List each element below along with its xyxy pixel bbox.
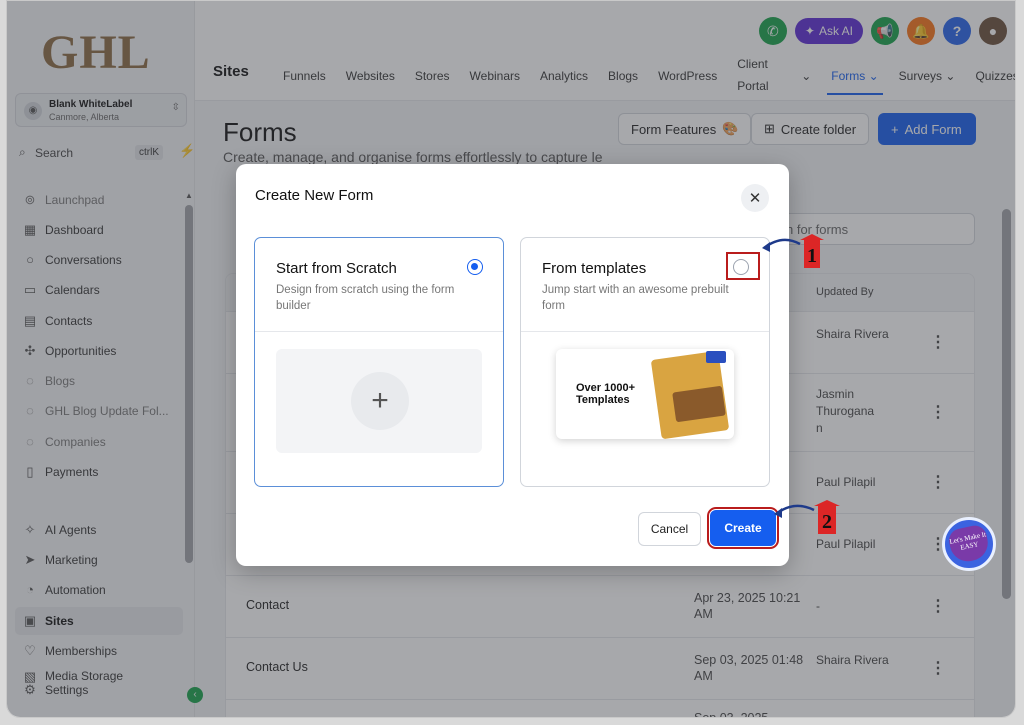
template-thumb <box>706 351 726 363</box>
card-divider <box>255 331 503 332</box>
start-from-scratch-card[interactable]: Start from Scratch Design from scratch u… <box>254 237 504 487</box>
arrowhead-icon <box>774 508 782 518</box>
templates-desc: Jump start with an awesome prebuilt form <box>542 284 729 312</box>
lets-make-it-easy-badge: Let's Make It EASY <box>942 517 996 571</box>
close-icon: ✕ <box>748 190 762 207</box>
create-button[interactable]: Create <box>707 507 779 549</box>
create-form-dialog: Create New Form ✕ Start from Scratch Des… <box>236 164 789 566</box>
step1-highlight <box>726 252 760 280</box>
step1-label: 1 <box>807 245 817 267</box>
scratch-preview: + <box>276 349 482 453</box>
step1-annotation: 1 <box>762 234 824 268</box>
step2-label: 2 <box>822 511 832 533</box>
scratch-radio[interactable] <box>467 259 483 275</box>
from-templates-card[interactable]: From templates Jump start with an awesom… <box>520 237 770 487</box>
step2-annotation: 2 <box>774 500 840 534</box>
templates-title: From templates <box>542 260 647 277</box>
dialog-title: Create New Form <box>255 187 374 204</box>
card-divider <box>521 331 769 332</box>
close-button[interactable]: ✕ <box>741 184 769 212</box>
scratch-desc: Design from scratch using the form build… <box>276 284 455 312</box>
plus-icon: + <box>351 372 409 430</box>
cancel-button[interactable]: Cancel <box>638 512 701 546</box>
templates-preview-image: Over 1000+ Templates <box>556 349 734 439</box>
templates-preview-text: Over 1000+ Templates <box>576 382 636 406</box>
arrowhead-icon <box>762 242 770 252</box>
scratch-title: Start from Scratch <box>276 260 397 277</box>
